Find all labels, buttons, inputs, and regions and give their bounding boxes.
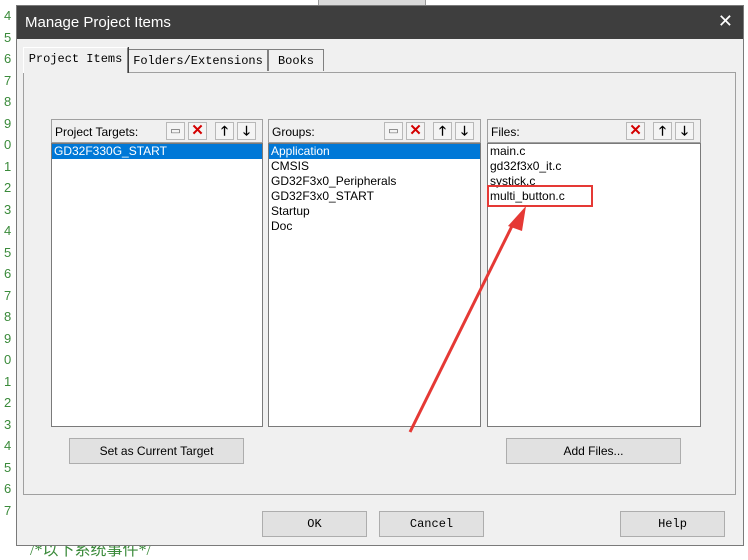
tab-project-items[interactable]: Project Items — [23, 47, 128, 73]
annotation-arrow-icon — [408, 206, 526, 433]
annotation-arrow-shaft — [408, 221, 516, 433]
